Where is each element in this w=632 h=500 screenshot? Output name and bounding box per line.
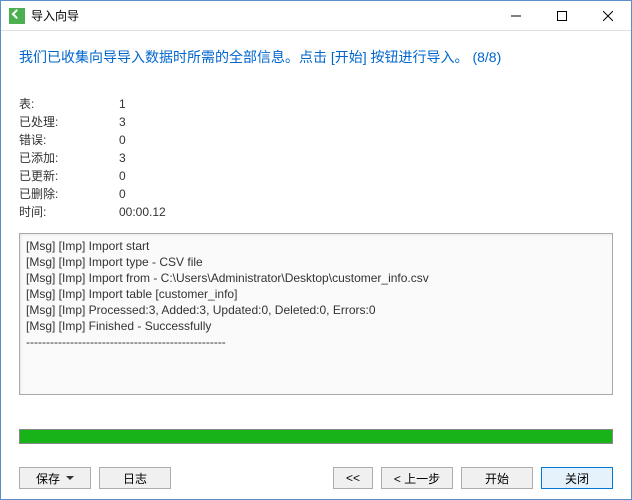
stat-deleted: 已删除: 0: [19, 185, 613, 203]
stat-errors: 错误: 0: [19, 131, 613, 149]
back-fast-button[interactable]: <<: [333, 467, 373, 489]
stat-label: 表:: [19, 95, 119, 113]
close-button[interactable]: 关闭: [541, 467, 613, 489]
minimize-button[interactable]: [493, 1, 539, 30]
window-title: 导入向导: [31, 7, 493, 24]
log-line: [Msg] [Imp] Import type - CSV file: [26, 254, 606, 270]
stat-value: 3: [119, 149, 126, 167]
stat-value: 3: [119, 113, 126, 131]
progress-bar: [19, 429, 613, 444]
log-textarea[interactable]: [Msg] [Imp] Import start[Msg] [Imp] Impo…: [19, 233, 613, 395]
content-area: 我们已收集向导导入数据时所需的全部信息。点击 [开始] 按钮进行导入。 (8/8…: [1, 31, 631, 444]
start-button[interactable]: 开始: [461, 467, 533, 489]
log-button-label: 日志: [123, 470, 147, 487]
log-line: [Msg] [Imp] Processed:3, Added:3, Update…: [26, 302, 606, 318]
log-button[interactable]: 日志: [99, 467, 171, 489]
stat-label: 已处理:: [19, 113, 119, 131]
stat-value: 0: [119, 131, 126, 149]
log-line: [Msg] [Imp] Import table [customer_info]: [26, 286, 606, 302]
app-icon: [9, 8, 25, 24]
stat-processed: 已处理: 3: [19, 113, 613, 131]
stat-tables: 表: 1: [19, 95, 613, 113]
stat-added: 已添加: 3: [19, 149, 613, 167]
back-button-label: < 上一步: [394, 470, 440, 487]
start-button-label: 开始: [485, 470, 509, 487]
progress-fill: [20, 430, 612, 443]
stat-label: 错误:: [19, 131, 119, 149]
stat-label: 时间:: [19, 203, 119, 221]
back-fast-label: <<: [346, 471, 360, 485]
page-title: 我们已收集向导导入数据时所需的全部信息。点击 [开始] 按钮进行导入。 (8/8…: [19, 47, 613, 67]
stat-label: 已添加:: [19, 149, 119, 167]
back-button[interactable]: < 上一步: [381, 467, 453, 489]
button-row: 保存 日志 << < 上一步 开始 关闭: [19, 467, 613, 489]
titlebar: 导入向导: [1, 1, 631, 31]
close-window-button[interactable]: [585, 1, 631, 30]
stat-value: 0: [119, 167, 126, 185]
stat-updated: 已更新: 0: [19, 167, 613, 185]
log-line: [Msg] [Imp] Finished - Successfully: [26, 318, 606, 334]
stat-value: 0: [119, 185, 126, 203]
window-controls: [493, 1, 631, 30]
import-wizard-window: 导入向导 我们已收集向导导入数据时所需的全部信息。点击 [开始] 按钮进行导入。…: [0, 0, 632, 500]
stat-value: 1: [119, 95, 126, 113]
close-button-label: 关闭: [565, 470, 589, 487]
stats-block: 表: 1 已处理: 3 错误: 0 已添加: 3 已更新: 0 已删除: 0: [19, 95, 613, 221]
log-line: [Msg] [Imp] Import start: [26, 238, 606, 254]
stat-value: 00:00.12: [119, 203, 166, 221]
maximize-button[interactable]: [539, 1, 585, 30]
save-button[interactable]: 保存: [19, 467, 91, 489]
log-line: [Msg] [Imp] Import from - C:\Users\Admin…: [26, 270, 606, 286]
stat-label: 已更新:: [19, 167, 119, 185]
stat-time: 时间: 00:00.12: [19, 203, 613, 221]
log-line: ----------------------------------------…: [26, 334, 606, 350]
stat-label: 已删除:: [19, 185, 119, 203]
save-button-label: 保存: [36, 470, 60, 487]
chevron-down-icon: [66, 476, 74, 480]
